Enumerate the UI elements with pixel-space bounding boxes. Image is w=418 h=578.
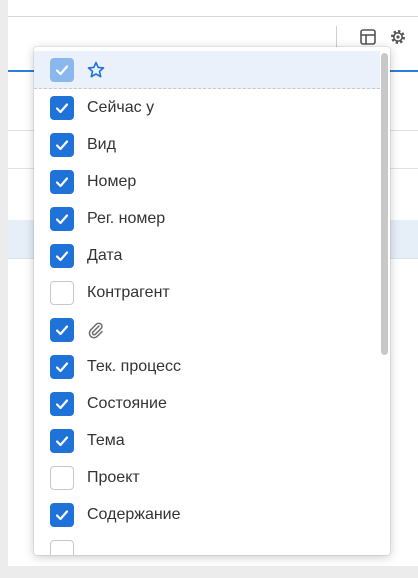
gear-icon[interactable] (389, 28, 407, 46)
column-visibility-menu: Сейчас у Вид Номер Рег. номер Дата Контр… (34, 47, 390, 555)
column-label: Вид (87, 136, 116, 153)
checkbox[interactable] (50, 392, 74, 416)
column-item[interactable]: Дата (34, 237, 380, 274)
checkbox[interactable] (50, 503, 74, 527)
checkbox[interactable] (50, 170, 74, 194)
column-label: Состояние (87, 395, 167, 412)
column-item-favorite[interactable] (34, 51, 380, 89)
column-item[interactable]: Состояние (34, 385, 380, 422)
column-item[interactable] (34, 533, 380, 555)
toolbar-separator (336, 26, 337, 48)
checkbox[interactable] (50, 355, 74, 379)
checkbox[interactable] (50, 429, 74, 453)
checkbox[interactable] (50, 133, 74, 157)
column-label: Рег. номер (87, 210, 166, 227)
scrollbar[interactable] (381, 53, 388, 549)
checkbox[interactable] (50, 466, 74, 490)
column-item[interactable]: Содержание (34, 496, 380, 533)
checkbox[interactable] (50, 318, 74, 342)
column-item[interactable]: Номер (34, 163, 380, 200)
column-label: Проект (87, 469, 140, 486)
column-item[interactable]: Контрагент (34, 274, 380, 311)
column-label: Контрагент (87, 284, 170, 301)
checkbox[interactable] (50, 540, 74, 555)
column-item[interactable]: Рег. номер (34, 200, 380, 237)
column-item[interactable]: Тема (34, 422, 380, 459)
column-item[interactable]: Проект (34, 459, 380, 496)
column-item[interactable]: Вид (34, 126, 380, 163)
layout-icon[interactable] (359, 28, 377, 46)
column-item[interactable]: Сейчас у (34, 89, 380, 126)
checkbox[interactable] (50, 244, 74, 268)
column-item-attachments[interactable] (34, 311, 380, 348)
column-label: Номер (87, 173, 137, 190)
header-divider (8, 16, 418, 17)
checkbox[interactable] (50, 58, 74, 82)
column-label: Дата (87, 247, 123, 264)
column-label: Сейчас у (87, 99, 155, 116)
column-label: Тема (87, 432, 125, 449)
column-item[interactable]: Тек. процесс (34, 348, 380, 385)
checkbox[interactable] (50, 207, 74, 231)
star-icon (86, 60, 106, 80)
column-list: Сейчас у Вид Номер Рег. номер Дата Контр… (34, 51, 380, 555)
paperclip-icon (86, 320, 106, 340)
scroll-thumb[interactable] (381, 53, 388, 355)
column-label: Содержание (87, 506, 181, 523)
column-label: Тек. процесс (87, 358, 182, 375)
checkbox[interactable] (50, 96, 74, 120)
checkbox[interactable] (50, 281, 74, 305)
